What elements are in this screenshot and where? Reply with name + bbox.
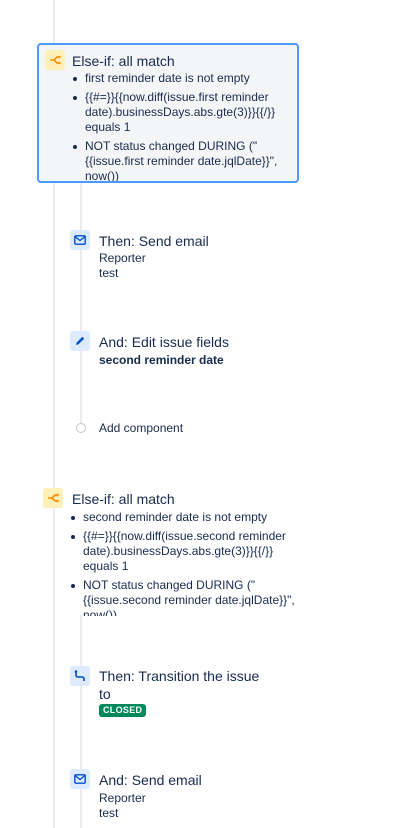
action-edit-issue-fields[interactable]: And: Edit issue fields second reminder d… — [65, 329, 305, 371]
condition-item: NOT status changed DURING ("{{issue.firs… — [69, 139, 297, 181]
pencil-icon — [70, 331, 90, 351]
action-send-email[interactable]: Then: Send email Reporter test — [65, 228, 305, 284]
condition-item: {{#=}}{{now.diff(issue.second reminder d… — [67, 529, 299, 574]
branch-icon — [43, 488, 63, 508]
branch-flow-line — [80, 183, 82, 423]
condition-item: second reminder date is not empty — [67, 510, 299, 525]
action-transition-issue[interactable]: Then: Transition the issue to CLOSED — [65, 664, 305, 720]
else-if-branch[interactable]: Else-if: all match second reminder date … — [37, 486, 299, 616]
branch-icon — [45, 50, 65, 70]
condition-item: first reminder date is not empty — [69, 71, 297, 86]
edited-field: second reminder date — [99, 353, 224, 367]
email-recipient: Reporter — [99, 251, 146, 265]
email-subject: test — [99, 806, 119, 820]
condition-list-clip: second reminder date is not empty {{#=}}… — [67, 510, 299, 616]
transition-icon — [70, 666, 90, 686]
condition-item: {{#=}}{{now.diff(issue.first reminder da… — [69, 90, 297, 135]
action-title: Then: Send email — [99, 233, 209, 249]
action-title: And: Edit issue fields — [99, 334, 229, 350]
action-title: Then: Transition the issue — [99, 668, 260, 684]
condition-list: first reminder date is not empty {{#=}}{… — [69, 71, 297, 181]
mail-icon — [70, 230, 90, 250]
action-title: And: Send email — [99, 772, 202, 788]
add-component-dot — [76, 423, 86, 433]
condition-list: second reminder date is not empty {{#=}}… — [67, 510, 299, 616]
status-lozenge: CLOSED — [99, 704, 147, 717]
else-if-branch-card-selected[interactable]: Else-if: all match first reminder date i… — [37, 43, 299, 183]
condition-item: NOT status changed DURING ("{{issue.seco… — [67, 578, 299, 616]
add-component-label: Add component — [99, 421, 184, 435]
action-send-email[interactable]: And: Send email Reporter test — [65, 767, 305, 823]
email-recipient: Reporter — [99, 791, 146, 805]
mail-icon — [70, 769, 90, 789]
email-subject: test — [99, 266, 119, 280]
add-component[interactable]: Add component — [75, 419, 235, 437]
branch-title: Else-if: all match — [72, 53, 175, 69]
action-title-continuation: to — [99, 686, 111, 702]
branch-title: Else-if: all match — [72, 491, 175, 507]
